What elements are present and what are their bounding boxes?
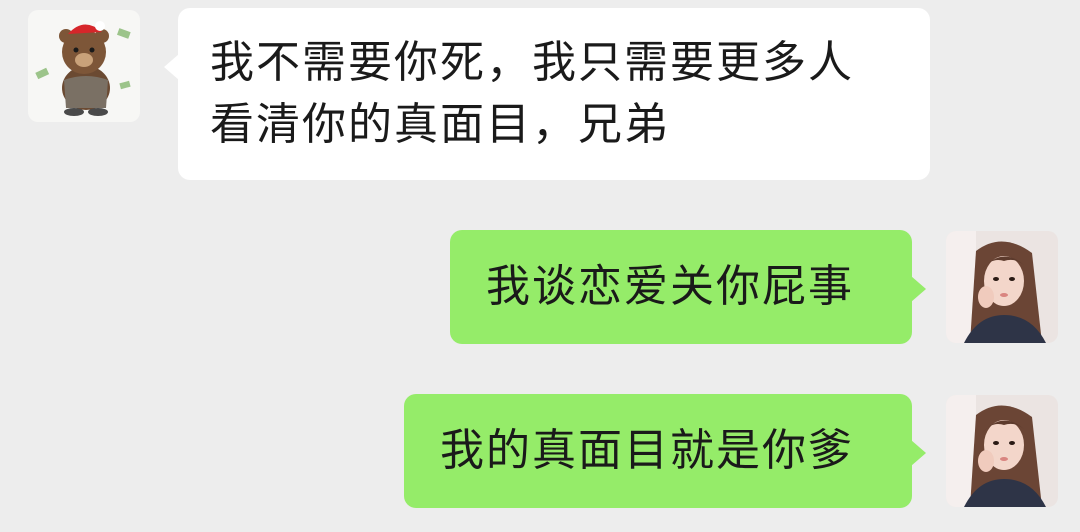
avatar-girl[interactable] (946, 231, 1058, 343)
message-text: 我的真面目就是你爹 (440, 425, 854, 476)
message-text: 我谈恋爱关你屁事 (486, 261, 854, 312)
bubble-tail (911, 276, 926, 302)
girl-portrait-icon (946, 395, 1058, 507)
chat-bubble-outgoing[interactable]: 我的真面目就是你爹 (404, 394, 926, 508)
chat-bubble-incoming[interactable]: 我不需要你死，我只需要更多人 看清你的真面目，兄弟 (164, 8, 930, 180)
avatar-girl[interactable] (946, 395, 1058, 507)
bubble-tail (911, 440, 926, 466)
brown-bear-sticker-icon (28, 10, 140, 122)
girl-portrait-icon (946, 231, 1058, 343)
bubble-tail (164, 54, 179, 80)
message-text: 我不需要你死，我只需要更多人 看清你的真面目，兄弟 (210, 37, 854, 150)
chat-bubble-outgoing[interactable]: 我谈恋爱关你屁事 (450, 230, 926, 344)
avatar-bear[interactable] (28, 10, 140, 122)
